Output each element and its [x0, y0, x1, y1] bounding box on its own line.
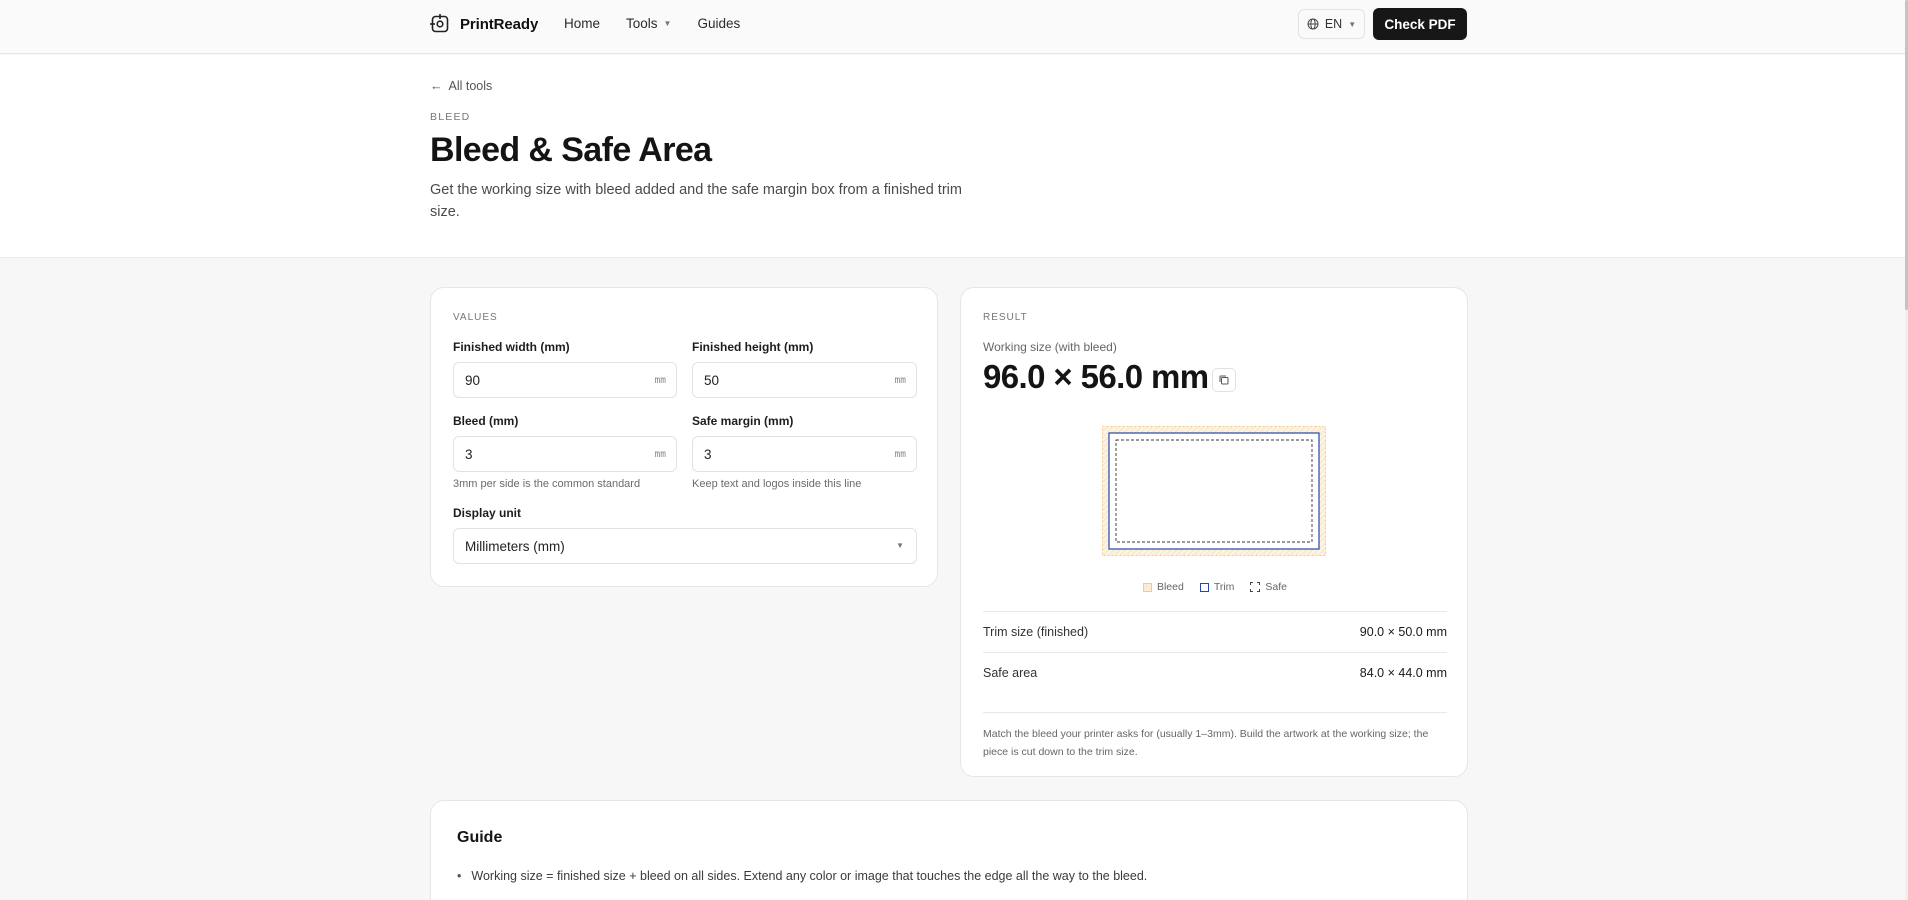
- result-note: Match the bleed your printer asks for (u…: [983, 712, 1447, 761]
- main-nav: Home Tools ▼ Guides: [564, 16, 740, 31]
- copy-icon: [1219, 375, 1229, 385]
- trim-swatch-icon: [1199, 582, 1209, 592]
- finished-height-input[interactable]: [704, 363, 864, 397]
- legend-trim-label: Trim: [1213, 581, 1235, 593]
- bleed-input[interactable]: [465, 437, 625, 471]
- all-tools-back-link[interactable]: ← All tools: [430, 79, 492, 93]
- nav-home-label: Home: [564, 16, 601, 31]
- copy-button[interactable]: [1212, 368, 1236, 392]
- legend-bleed-label: Bleed: [1156, 581, 1184, 593]
- values-section-label: VALUES: [453, 312, 498, 323]
- finished-width-input[interactable]: [465, 363, 625, 397]
- page-subtitle: Get the working size with bleed added an…: [430, 182, 962, 220]
- language-selector[interactable]: EN ▼: [1298, 9, 1365, 39]
- safe-area-value: 84.0 × 44.0 mm: [1359, 666, 1447, 680]
- safe-margin-input[interactable]: [704, 437, 864, 471]
- unit-suffix: mm: [894, 375, 906, 386]
- arrow-left-icon: ←: [430, 79, 443, 93]
- chevron-down-icon: ▼: [663, 19, 672, 28]
- page-hero: ← All tools BLEED Bleed & Safe Area Get …: [0, 55, 1905, 258]
- safe-area-label: Safe area: [983, 666, 1038, 680]
- safe-margin-field: mm: [692, 436, 917, 472]
- bleed-hint: 3mm per side is the common standard: [453, 478, 641, 490]
- legend-safe: Safe: [1250, 581, 1287, 593]
- guide-item-text: Working size = finished size + bleed on …: [471, 869, 1148, 883]
- trim-size-value: 90.0 × 50.0 mm: [1359, 625, 1447, 639]
- guide-card: Guide • Working size = finished size + b…: [430, 800, 1468, 900]
- back-link-label: All tools: [448, 79, 493, 93]
- top-navigation-bar: PrintReady Home Tools ▼ Guides EN ▼ Check…: [0, 0, 1905, 54]
- unit-suffix: mm: [654, 375, 666, 386]
- finished-width-label: Finished width (mm): [453, 340, 570, 354]
- bleed-swatch-icon: [1142, 582, 1152, 592]
- values-card: VALUES Finished width (mm) mm Finished h…: [430, 287, 938, 587]
- display-unit-value: Millimeters (mm): [465, 539, 565, 554]
- nav-guides-label: Guides: [697, 16, 741, 31]
- unit-suffix: mm: [654, 449, 666, 460]
- safe-corners-icon: [1250, 582, 1261, 592]
- brand-name: PrintReady: [460, 15, 539, 33]
- nav-home[interactable]: Home: [564, 16, 600, 31]
- nav-guides[interactable]: Guides: [697, 16, 740, 31]
- crop-marks-logo-icon: [430, 14, 449, 33]
- bullet-icon: •: [457, 869, 462, 883]
- bleed-trim-safe-diagram: [1102, 426, 1326, 556]
- legend-trim: Trim: [1199, 581, 1235, 593]
- result-section-label: RESULT: [983, 312, 1028, 323]
- finished-width-field: mm: [453, 362, 677, 398]
- working-size-label: Working size (with bleed): [983, 340, 1117, 354]
- result-card: RESULT Working size (with bleed) 96.0 × …: [960, 287, 1468, 777]
- guide-title: Guide: [457, 829, 503, 846]
- globe-icon: [1307, 18, 1319, 30]
- bleed-field: mm: [453, 436, 677, 472]
- chevron-down-icon: ▼: [896, 541, 904, 550]
- safe-margin-label: Safe margin (mm): [692, 414, 794, 428]
- trim-size-row: Trim size (finished) 90.0 × 50.0 mm: [983, 611, 1447, 651]
- nav-tools-label: Tools: [626, 16, 658, 31]
- guide-list-item: • Working size = finished size + bleed o…: [457, 869, 1147, 883]
- brand[interactable]: PrintReady: [430, 14, 538, 34]
- display-unit-label: Display unit: [453, 506, 522, 520]
- chevron-down-icon: ▼: [1348, 19, 1357, 29]
- check-pdf-button[interactable]: Check PDF: [1373, 8, 1467, 40]
- working-size-value: 96.0 × 56.0 mm: [983, 358, 1209, 395]
- bleed-label: Bleed (mm): [453, 414, 519, 428]
- trim-size-label: Trim size (finished): [983, 625, 1089, 639]
- display-unit-select[interactable]: Millimeters (mm) ▼: [453, 528, 917, 564]
- finished-height-field: mm: [692, 362, 917, 398]
- diagram-legend: Bleed Trim Safe: [961, 581, 1469, 593]
- legend-bleed: Bleed: [1142, 581, 1184, 593]
- trim-box: [1108, 432, 1320, 550]
- page-title: Bleed & Safe Area: [430, 131, 712, 169]
- nav-tools-dropdown[interactable]: Tools ▼: [626, 16, 671, 31]
- language-label: EN: [1324, 17, 1343, 31]
- legend-safe-label: Safe: [1265, 581, 1288, 593]
- finished-height-label: Finished height (mm): [692, 340, 814, 354]
- category-eyebrow: BLEED: [430, 111, 471, 123]
- unit-suffix: mm: [894, 449, 906, 460]
- safe-margin-hint: Keep text and logos inside this line: [692, 478, 862, 490]
- safe-area-row: Safe area 84.0 × 44.0 mm: [983, 652, 1447, 692]
